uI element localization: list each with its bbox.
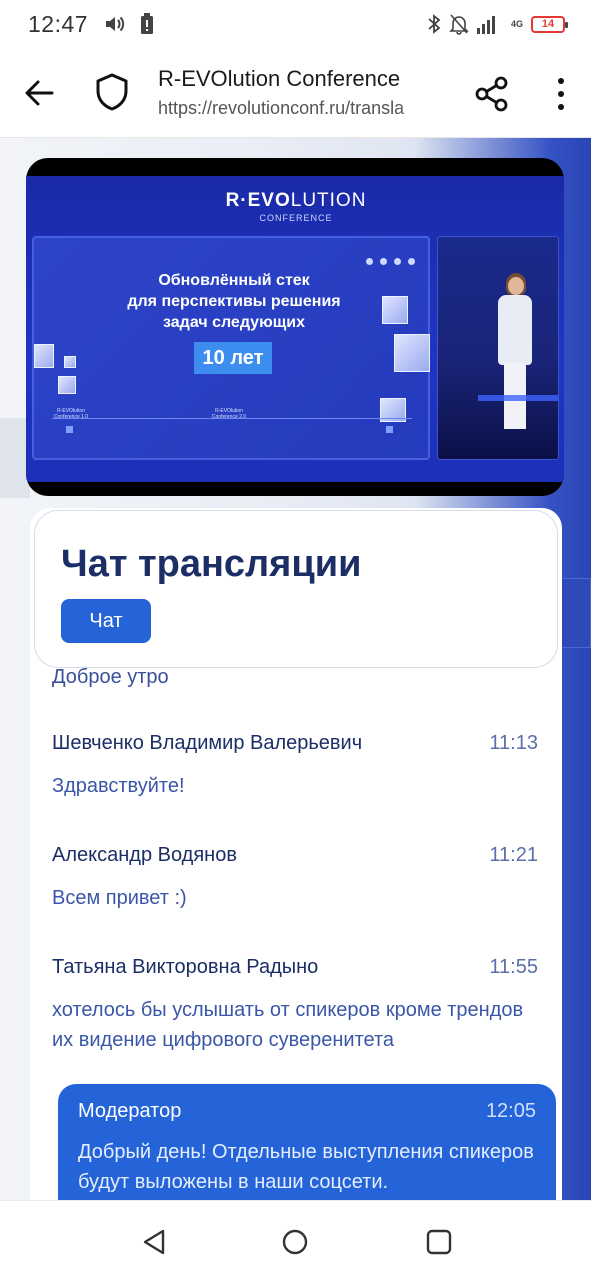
- chat-title: Чат трансляции: [61, 543, 362, 585]
- slide-text: Обновлённый стек для перспективы решения…: [127, 272, 341, 331]
- speaker-figure: [508, 277, 524, 295]
- speaker-camera: [437, 236, 559, 460]
- chat-message-text: Доброе утро: [52, 666, 169, 688]
- tab-chat[interactable]: Чат: [61, 599, 151, 643]
- volume-icon: [104, 14, 126, 34]
- system-nav-bar: [0, 1200, 591, 1280]
- share-icon[interactable]: [474, 76, 510, 112]
- back-arrow-icon[interactable]: [22, 76, 56, 110]
- chat-message-time: 11:55: [489, 956, 538, 978]
- chat-message-text: Всем привет :): [52, 887, 187, 909]
- battery-icon: 14: [531, 15, 568, 33]
- chat-message: Татьяна Викторовна Радыно 11:55 хотелось…: [52, 956, 538, 1055]
- conference-logo: R·EVOLUTION CONFERENCE: [224, 190, 368, 223]
- page-url: https://revolutionconf.ru/transla: [158, 98, 405, 118]
- cube-decoration: [394, 334, 430, 372]
- moderator-time: 12:05: [485, 1100, 536, 1122]
- chat-message: Александр Водянов 11:21 Всем привет :): [52, 844, 538, 913]
- chat-panel: Чат трансляции Чат Доброе утро Шевченко …: [30, 508, 562, 1200]
- timeline-dot: [386, 426, 393, 433]
- moderator-text: Добрый день! Отдельные выступления спике…: [78, 1141, 534, 1193]
- timeline-dot: [66, 426, 73, 433]
- status-right-icons: 4G 14: [427, 13, 568, 35]
- cube-decoration: [382, 296, 408, 324]
- presentation-slide: Обновлённый стек для перспективы решения…: [32, 236, 430, 460]
- moderator-author: Модератор: [78, 1100, 182, 1122]
- cube-decoration: [58, 376, 76, 394]
- cube-decoration: [34, 344, 54, 368]
- chat-message-author: Александр Водянов: [52, 844, 237, 866]
- video-player[interactable]: R·EVOLUTION CONFERENCE Обновлённый стек …: [26, 158, 564, 496]
- stage-light: [478, 395, 558, 401]
- timeline-label: R-EVOlution Conference 1.0: [53, 408, 89, 420]
- chat-message: Шевченко Владимир Валерьевич 11:13 Здрав…: [52, 732, 538, 801]
- slide-dots: [366, 258, 415, 265]
- status-left-icons: [104, 13, 154, 35]
- chat-message-author: Шевченко Владимир Валерьевич: [52, 732, 363, 754]
- web-page: R·EVOLUTION CONFERENCE Обновлённый стек …: [0, 138, 591, 1200]
- more-vert-icon[interactable]: [546, 74, 576, 114]
- video-frame: R·EVOLUTION CONFERENCE Обновлённый стек …: [26, 176, 564, 482]
- chat-message-text: хотелось бы услышать от спикеров кроме т…: [52, 999, 524, 1051]
- status-bar: 12:47 4G 14: [0, 0, 591, 48]
- cube-decoration: [64, 356, 76, 368]
- bluetooth-icon: [427, 13, 441, 35]
- background-shape: [560, 578, 591, 648]
- nav-back-icon[interactable]: [140, 1227, 170, 1257]
- timeline-label: R-EVOlution Conference 2.0: [211, 408, 247, 420]
- signal-icon: [476, 14, 503, 34]
- page-title: R-EVOlution Conference: [158, 66, 401, 91]
- nav-home-icon[interactable]: [280, 1227, 310, 1257]
- chat-header: Чат трансляции Чат: [34, 510, 558, 668]
- status-time: 12:47: [28, 10, 89, 37]
- brand-name: R·EVOLUTION: [225, 190, 367, 211]
- chat-message-text: Здравствуйте!: [52, 775, 185, 797]
- shield-icon[interactable]: [94, 72, 130, 112]
- moderator-message: Модератор 12:05 Добрый день! Отдельные в…: [58, 1084, 556, 1200]
- notifications-off-icon: [449, 13, 469, 35]
- browser-toolbar: R-EVOlution Conference https://revolutio…: [0, 48, 591, 138]
- chat-message-time: 11:13: [489, 732, 538, 754]
- chat-message-author: Татьяна Викторовна Радыно: [52, 956, 319, 978]
- brand-sub: CONFERENCE: [259, 213, 333, 223]
- slide-highlight: 10 лет: [194, 342, 272, 374]
- chat-message-time: 11:21: [489, 844, 538, 866]
- speaker-figure: [498, 295, 532, 365]
- battery-saver-icon: [140, 13, 154, 35]
- network-type: 4G: [510, 18, 523, 29]
- nav-recents-icon[interactable]: [424, 1227, 454, 1257]
- url-block[interactable]: R-EVOlution Conference https://revolutio…: [158, 66, 440, 119]
